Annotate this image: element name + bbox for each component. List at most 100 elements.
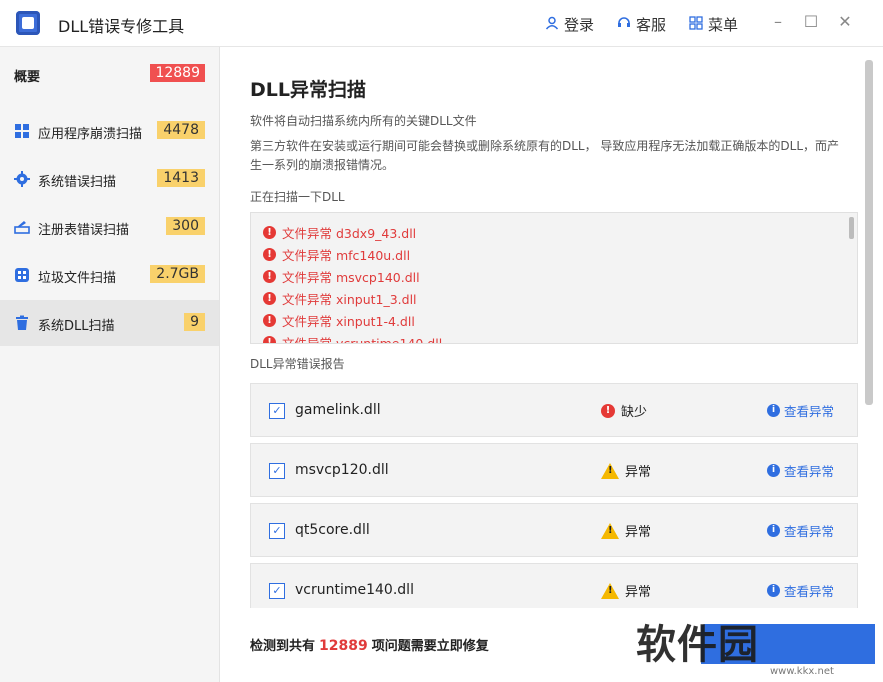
user-icon xyxy=(545,16,559,34)
dll-filename: qt5core.dll xyxy=(295,522,370,538)
report-label: DLL异常错误报告 xyxy=(250,357,345,371)
scan-log-item: ! 文件异常 xinput1-4.dll xyxy=(263,311,415,330)
report-row: ✓ msvcp120.dll 异常 i 查看异常 xyxy=(250,443,858,497)
scan-log-text: 文件异常 vcruntime140.dll xyxy=(282,336,443,344)
main-scrollbar[interactable] xyxy=(865,60,873,405)
sidebar-item-label: 系统DLL扫描 xyxy=(38,319,115,334)
sidebar: 概要 12889 应用程序崩溃扫描 4478 系统错误扫描 1413 注册表错误… xyxy=(0,47,220,682)
view-error-link[interactable]: i 查看异常 xyxy=(767,401,834,420)
close-icon[interactable]: ✕ xyxy=(835,12,855,31)
info-icon: i xyxy=(767,524,780,537)
report-row: ✓ vcruntime140.dll 异常 i 查看异常 xyxy=(250,563,858,608)
status-missing: ! 缺少 xyxy=(601,401,647,420)
scan-log-item: ! 文件异常 d3dx9_43.dll xyxy=(263,223,416,242)
scan-log-item: ! 文件异常 msvcp140.dll xyxy=(263,267,420,286)
summary-prefix: 检测到共有 xyxy=(250,639,316,654)
error-icon: ! xyxy=(263,336,276,343)
view-error-label: 查看异常 xyxy=(784,524,835,539)
report-row: ✓ qt5core.dll 异常 i 查看异常 xyxy=(250,503,858,557)
login-label: 登录 xyxy=(564,16,595,34)
warning-icon xyxy=(601,462,619,479)
grid-menu-icon xyxy=(689,15,703,34)
overview-count-badge: 12889 xyxy=(150,64,205,82)
registry-icon xyxy=(14,219,30,235)
count-badge: 1413 xyxy=(157,169,205,187)
view-error-link[interactable]: i 查看异常 xyxy=(767,461,834,480)
scan-log-text: 文件异常 xinput1_3.dll xyxy=(282,292,417,307)
view-error-label: 查看异常 xyxy=(784,584,835,599)
view-error-label: 查看异常 xyxy=(784,464,835,479)
watermark-logo: 软件园 xyxy=(636,622,759,668)
view-error-link[interactable]: i 查看异常 xyxy=(767,521,834,540)
count-badge: 9 xyxy=(184,313,205,331)
error-icon: ! xyxy=(263,270,276,283)
summary-suffix: 项问题需要立即修复 xyxy=(371,639,489,654)
issues-summary: 检测到共有 12889 项问题需要立即修复 xyxy=(250,635,489,654)
gear-icon xyxy=(14,171,30,187)
service-label: 客服 xyxy=(636,16,667,34)
status-text: 异常 xyxy=(625,585,652,600)
windows-grid-icon xyxy=(14,123,30,139)
info-icon: i xyxy=(767,464,780,477)
minimize-icon[interactable]: – xyxy=(768,12,788,31)
scan-log-box[interactable]: ! 文件异常 d3dx9_43.dll ! 文件异常 mfc140u.dll !… xyxy=(250,212,858,344)
scan-log-item: ! 文件异常 xinput1_3.dll xyxy=(263,289,417,308)
dll-filename: gamelink.dll xyxy=(295,402,381,418)
row-checkbox[interactable]: ✓ xyxy=(269,583,285,599)
error-icon: ! xyxy=(263,226,276,239)
scan-log-text: 文件异常 d3dx9_43.dll xyxy=(282,226,417,241)
sidebar-item-system-error-scan[interactable]: 系统错误扫描 1413 xyxy=(0,156,219,202)
maximize-icon[interactable]: ☐ xyxy=(801,12,821,31)
error-icon: ! xyxy=(263,292,276,305)
scan-log-text: 文件异常 mfc140u.dll xyxy=(282,248,411,263)
error-icon: ! xyxy=(263,314,276,327)
status-text: 异常 xyxy=(625,465,652,480)
dll-filename: msvcp120.dll xyxy=(295,462,389,478)
status-warning: 异常 xyxy=(601,461,651,480)
title-bar: DLL错误专修工具 登录 客服 菜单 – ☐ ✕ xyxy=(0,0,883,47)
row-checkbox[interactable]: ✓ xyxy=(269,523,285,539)
login-button[interactable]: 登录 xyxy=(545,14,594,35)
sidebar-item-overview[interactable]: 概要 12889 xyxy=(0,47,219,101)
warning-icon xyxy=(601,582,619,599)
status-warning: 异常 xyxy=(601,581,651,600)
sidebar-item-label: 注册表错误扫描 xyxy=(38,223,130,238)
issue-count: 12889 xyxy=(319,638,368,654)
scan-log-text: 文件异常 xinput1-4.dll xyxy=(282,314,415,329)
error-icon: ! xyxy=(601,403,615,418)
service-button[interactable]: 客服 xyxy=(617,14,666,35)
sidebar-item-system-dll-scan[interactable]: 系统DLL扫描 9 xyxy=(0,300,219,346)
app-title: DLL错误专修工具 xyxy=(58,17,185,36)
sidebar-item-junk-files-scan[interactable]: 垃圾文件扫描 2.7GB xyxy=(0,252,219,298)
sidebar-item-label: 垃圾文件扫描 xyxy=(38,271,117,286)
sidebar-item-label: 系统错误扫描 xyxy=(38,175,117,190)
description-line-2: 第三方软件在安装或运行期间可能会替换或删除系统原有的DLL， 导致应用程序无法加… xyxy=(250,139,840,172)
scan-log-item: ! 文件异常 mfc140u.dll xyxy=(263,245,410,264)
count-badge: 300 xyxy=(166,217,205,235)
sidebar-item-label: 概要 xyxy=(14,70,41,85)
sidebar-item-app-crash-scan[interactable]: 应用程序崩溃扫描 4478 xyxy=(0,108,219,154)
watermark-url: www.kkx.net xyxy=(770,666,834,677)
dll-filename: vcruntime140.dll xyxy=(295,582,414,598)
status-text: 缺少 xyxy=(621,405,648,420)
view-error-label: 查看异常 xyxy=(784,404,835,419)
scan-log-scrollbar[interactable] xyxy=(849,217,854,239)
sidebar-item-label: 应用程序崩溃扫描 xyxy=(38,127,143,142)
status-warning: 异常 xyxy=(601,521,651,540)
row-checkbox[interactable]: ✓ xyxy=(269,463,285,479)
scanning-label: 正在扫描一下DLL xyxy=(250,190,345,204)
scan-log-item: ! 文件异常 vcruntime140.dll xyxy=(263,333,443,344)
status-text: 异常 xyxy=(625,525,652,540)
sidebar-item-registry-scan[interactable]: 注册表错误扫描 300 xyxy=(0,204,219,250)
warning-icon xyxy=(601,522,619,539)
headset-icon xyxy=(617,16,631,34)
view-error-link[interactable]: i 查看异常 xyxy=(767,581,834,600)
row-checkbox[interactable]: ✓ xyxy=(269,403,285,419)
count-badge: 2.7GB xyxy=(150,265,205,283)
main-panel: DLL异常扫描 软件将自动扫描系统内所有的关键DLL文件 第三方软件在安装或运行… xyxy=(220,47,883,682)
description-line-1: 软件将自动扫描系统内所有的关键DLL文件 xyxy=(250,114,477,128)
page-title: DLL异常扫描 xyxy=(250,79,366,101)
report-row: ✓ gamelink.dll ! 缺少 i 查看异常 xyxy=(250,383,858,437)
menu-button[interactable]: 菜单 xyxy=(689,14,738,35)
scan-log-text: 文件异常 msvcp140.dll xyxy=(282,270,420,285)
